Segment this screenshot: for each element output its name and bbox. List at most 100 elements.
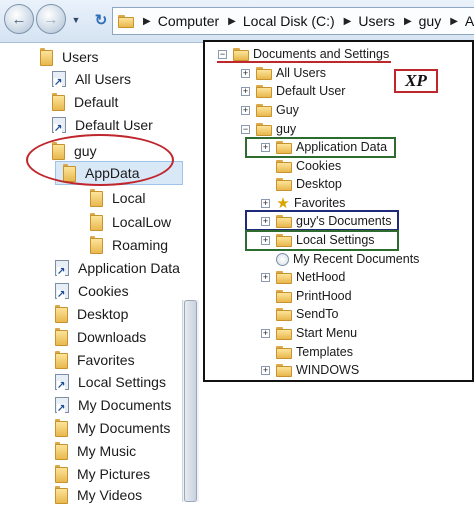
nav-item-my-documents[interactable]: My Documents — [55, 417, 170, 439]
refresh-icon[interactable]: ↻ — [92, 11, 110, 29]
breadcrumb-separator-icon[interactable]: ▶ — [450, 16, 458, 27]
tree-item-label: guy's Documents — [296, 214, 392, 228]
expand-icon[interactable]: + — [261, 235, 270, 245]
collapse-icon[interactable]: − — [241, 124, 250, 134]
tree-item-start-menu[interactable]: + Start Menu — [261, 324, 357, 342]
tree-item-label: Local Settings — [296, 233, 375, 247]
nav-item-local[interactable]: Local — [90, 187, 145, 209]
tree-item-printhood[interactable]: PrintHood — [276, 287, 352, 305]
nav-item-my-music[interactable]: My Music — [55, 440, 136, 462]
expand-icon[interactable]: + — [261, 272, 270, 282]
nav-item-label: Favorites — [77, 352, 135, 368]
forward-button[interactable]: → — [36, 4, 66, 34]
nav-item-favorites[interactable]: Favorites — [55, 349, 135, 371]
tree-item-guy-capital[interactable]: + Guy — [241, 101, 299, 119]
nav-item-label: Roaming — [112, 237, 169, 253]
nav-item-label: My Documents — [77, 420, 171, 436]
folder-icon — [256, 84, 272, 98]
tree-item-label: My Recent Documents — [293, 252, 420, 266]
recent-pages-dropdown[interactable]: ▼ — [70, 14, 82, 26]
breadcrumb-computer[interactable]: Computer — [158, 13, 219, 29]
breadcrumb-guy[interactable]: guy — [419, 13, 442, 29]
tree-item-label: WINDOWS — [296, 363, 360, 377]
tree-item-default-user[interactable]: + Default User — [241, 82, 345, 100]
tree-item-label: Guy — [276, 103, 299, 117]
nav-item-desktop[interactable]: Desktop — [55, 303, 128, 325]
tree-item-desktop[interactable]: Desktop — [276, 175, 342, 193]
tree-item-local-settings[interactable]: + Local Settings — [261, 231, 375, 249]
expand-icon[interactable]: + — [261, 216, 270, 226]
nav-item-application-data[interactable]: Application Data — [55, 257, 180, 279]
nav-item-roaming[interactable]: Roaming — [90, 234, 168, 256]
scrollbar-thumb[interactable] — [184, 300, 197, 502]
star-icon: ★ — [276, 194, 290, 212]
tree-item-cookies[interactable]: Cookies — [276, 157, 341, 175]
nav-item-my-videos[interactable]: My Videos — [55, 484, 142, 506]
tree-item-label: NetHood — [296, 270, 346, 284]
shortcut-icon — [52, 117, 66, 134]
breadcrumb-separator-icon[interactable]: ▶ — [228, 16, 236, 27]
nav-item-users[interactable]: Users — [40, 46, 99, 68]
nav-item-label: My Pictures — [77, 466, 151, 482]
shortcut-icon — [55, 283, 69, 300]
nav-item-my-pictures[interactable]: My Pictures — [55, 463, 150, 485]
nav-item-label: Desktop — [77, 306, 129, 322]
nav-item-local-settings[interactable]: Local Settings — [55, 371, 166, 393]
nav-item-label: My Documents — [78, 397, 172, 413]
tree-item-documents-and-settings[interactable]: − Documents and Settings — [218, 45, 389, 63]
breadcrumb-appdata[interactable]: App — [465, 13, 474, 29]
folder-icon — [276, 326, 292, 340]
tree-item-label: Start Menu — [296, 326, 358, 340]
chevron-down-icon: ▼ — [71, 15, 81, 25]
breadcrumb-local-disk[interactable]: Local Disk (C:) — [243, 13, 335, 29]
folder-icon — [276, 177, 292, 191]
tree-item-sendto[interactable]: SendTo — [276, 305, 338, 323]
expand-icon[interactable]: + — [261, 365, 270, 375]
nav-item-default[interactable]: Default — [52, 91, 118, 113]
tree-item-application-data[interactable]: + Application Data — [261, 138, 387, 156]
expand-icon[interactable]: + — [261, 328, 270, 338]
tree-item-label: Templates — [296, 345, 353, 359]
breadcrumb-separator-icon[interactable]: ▶ — [344, 16, 352, 27]
nav-item-my-documents-shortcut[interactable]: My Documents — [55, 394, 171, 416]
nav-item-default-user[interactable]: Default User — [52, 114, 153, 136]
tree-item-all-users[interactable]: + All Users — [241, 64, 326, 82]
breadcrumb-users[interactable]: Users — [358, 13, 395, 29]
back-arrow-icon: ← — [11, 10, 27, 28]
nav-item-locallow[interactable]: LocalLow — [90, 211, 171, 233]
tree-item-label: Documents and Settings — [253, 47, 390, 61]
expand-icon[interactable]: + — [261, 198, 270, 208]
tree-item-templates[interactable]: Templates — [276, 343, 353, 361]
folder-icon — [276, 307, 292, 321]
nav-item-label: Application Data — [78, 260, 180, 276]
tree-item-label: Favorites — [294, 196, 346, 210]
tree-item-my-recent-documents[interactable]: My Recent Documents — [276, 250, 419, 268]
nav-item-cookies[interactable]: Cookies — [55, 280, 129, 302]
expand-icon[interactable]: + — [241, 86, 250, 96]
expand-icon[interactable]: + — [241, 105, 250, 115]
nav-item-label: Local — [112, 190, 146, 206]
collapse-icon[interactable]: − — [218, 49, 227, 59]
breadcrumb-separator-icon[interactable]: ▶ — [143, 16, 151, 27]
address-bar[interactable]: ▶ Computer ▶ Local Disk (C:) ▶ Users ▶ g… — [112, 7, 474, 35]
expand-icon[interactable]: + — [261, 142, 270, 152]
tree-item-windows[interactable]: + WINDOWS — [261, 361, 359, 379]
tree-item-guy[interactable]: − guy — [241, 120, 296, 138]
tree-item-label: PrintHood — [296, 289, 352, 303]
folder-icon — [276, 345, 292, 359]
folder-icon — [55, 351, 68, 369]
nav-item-label: Local Settings — [78, 374, 166, 390]
tree-item-label: Cookies — [296, 159, 342, 173]
tree-item-label: SendTo — [296, 307, 339, 321]
breadcrumb-separator-icon[interactable]: ▶ — [404, 16, 412, 27]
tree-item-nethood[interactable]: + NetHood — [261, 268, 345, 286]
nav-item-label: All Users — [75, 71, 132, 87]
folder-icon — [55, 328, 68, 346]
tree-item-guys-documents[interactable]: + guy's Documents — [261, 212, 391, 230]
nav-item-downloads[interactable]: Downloads — [55, 326, 146, 348]
folder-icon — [256, 66, 272, 80]
nav-item-all-users[interactable]: All Users — [52, 68, 131, 90]
expand-icon[interactable]: + — [241, 68, 250, 78]
back-button[interactable]: ← — [4, 4, 34, 34]
folder-icon — [55, 486, 68, 504]
